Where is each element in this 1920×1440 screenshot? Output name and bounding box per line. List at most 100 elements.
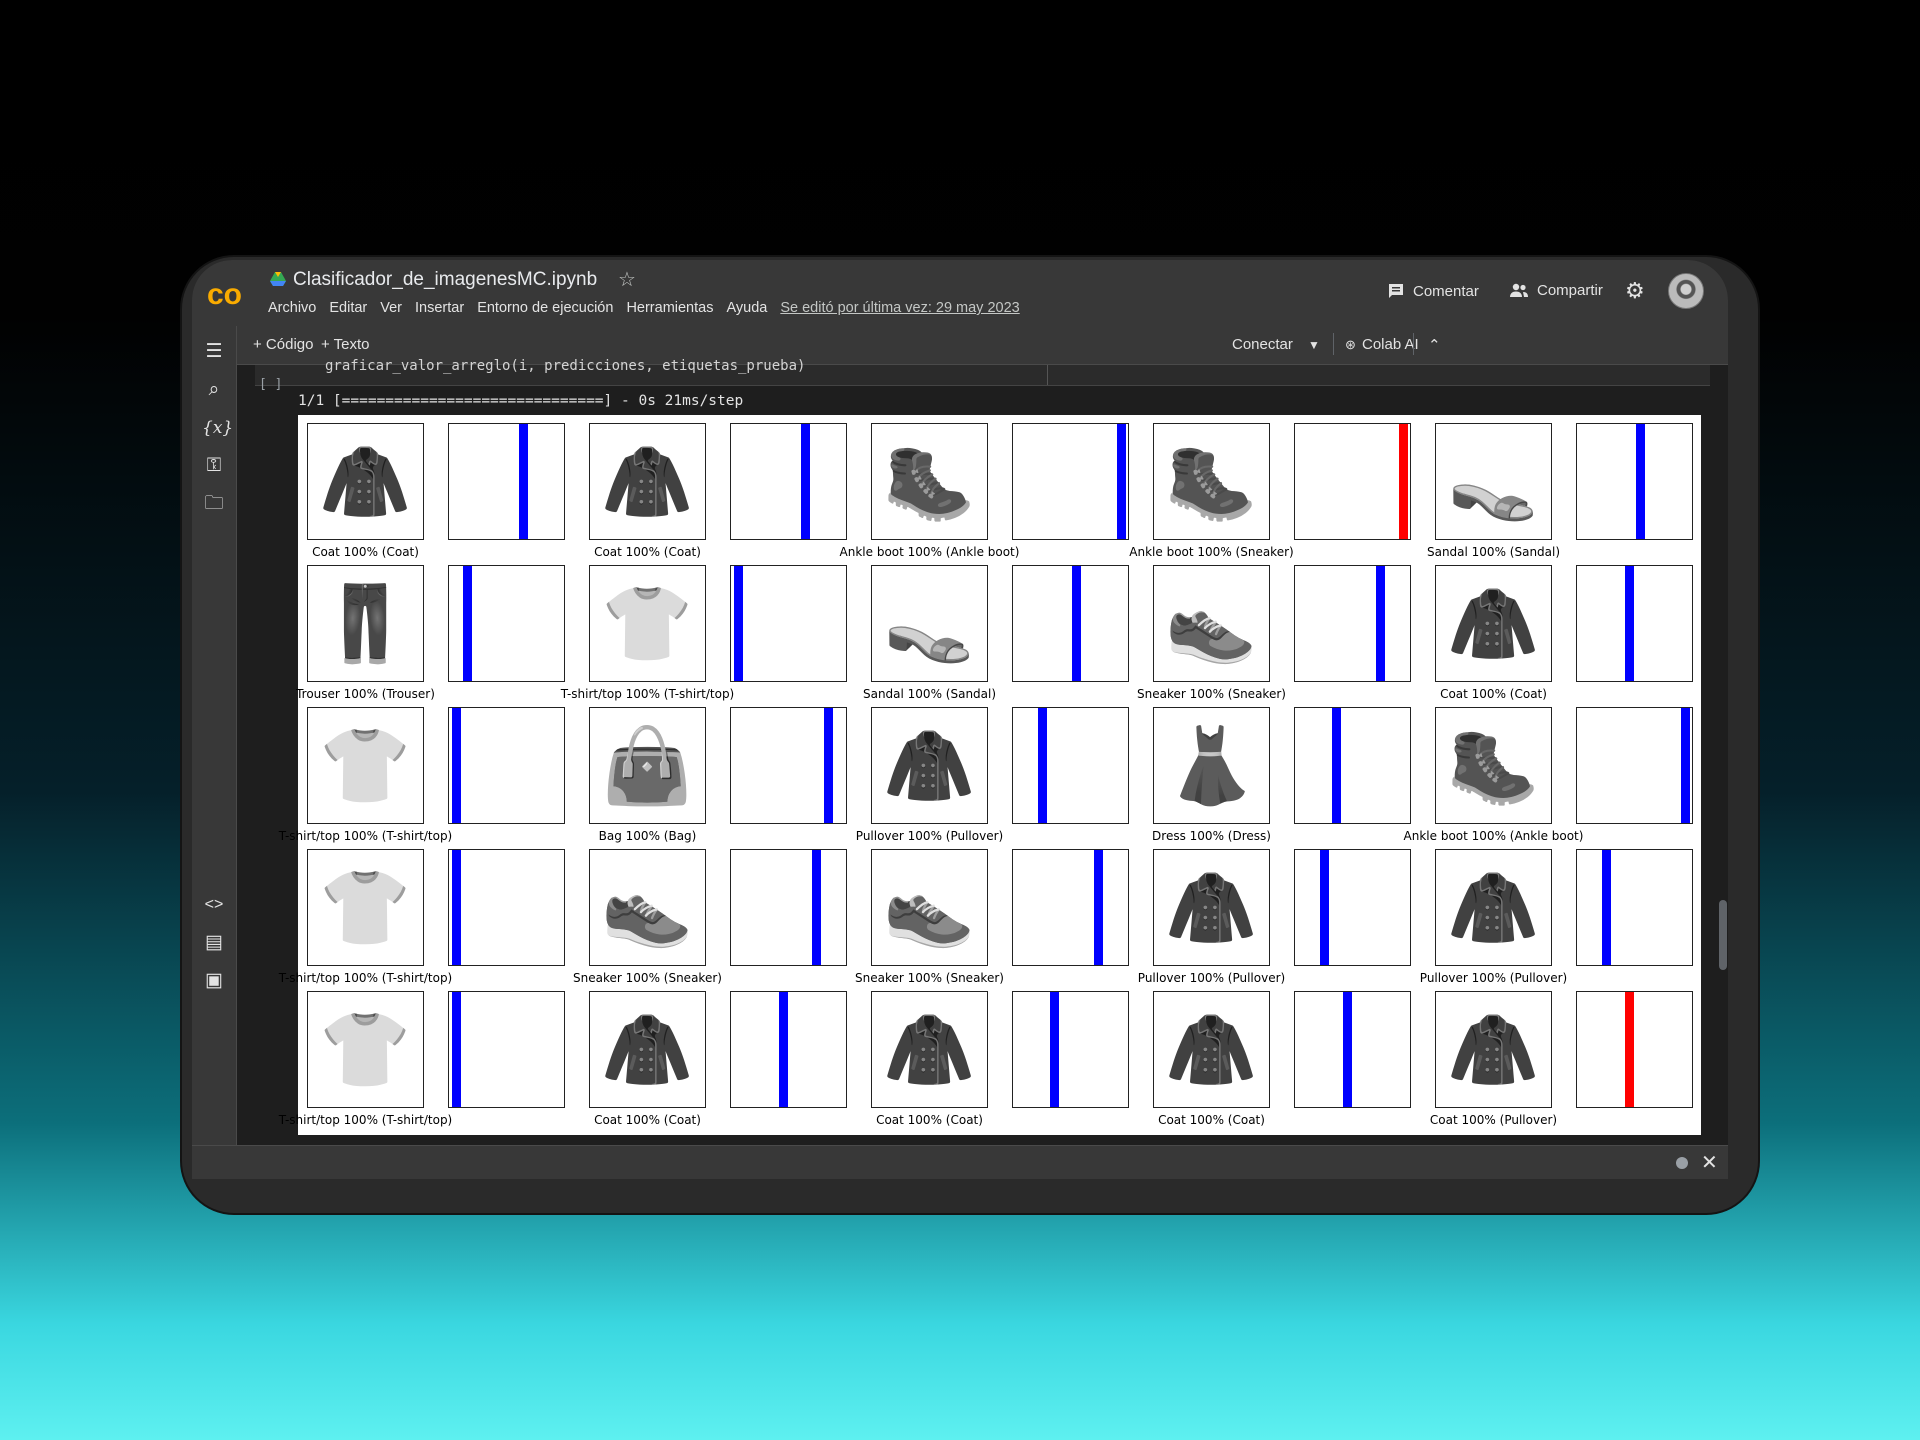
prediction-caption: T-shirt/top 100% (T-shirt/top) bbox=[278, 1113, 453, 1127]
notebook-title[interactable]: Clasificador_de_imagenesMC.ipynb bbox=[293, 269, 597, 291]
add-code-button[interactable]: + Código bbox=[253, 336, 313, 353]
coat-icon: 🧥 bbox=[319, 439, 412, 523]
colab-window: co Clasificador_de_imagenesMC.ipynb ☆ Ar… bbox=[192, 260, 1728, 1179]
run-cell-indicator[interactable]: [ ] bbox=[259, 377, 282, 392]
status-bar: ✕ bbox=[192, 1145, 1728, 1179]
sample-image-sneaker: 👟 bbox=[871, 849, 988, 966]
prediction-bar bbox=[1602, 850, 1612, 965]
prediction-bar bbox=[519, 424, 529, 539]
comment-button[interactable]: Comentar bbox=[1387, 282, 1479, 300]
probability-bar-plot bbox=[730, 849, 847, 966]
people-icon bbox=[1510, 283, 1528, 297]
avatar[interactable] bbox=[1668, 273, 1704, 309]
prediction-caption: Sneaker 100% (Sneaker) bbox=[1137, 687, 1286, 701]
probability-bar-plot bbox=[1576, 849, 1693, 966]
menu-archivo[interactable]: Archivo bbox=[268, 300, 316, 316]
prediction-bar bbox=[734, 566, 743, 681]
colab-ai-icon: ⊛ bbox=[1345, 337, 1356, 352]
folder-icon[interactable]: 🗀 bbox=[202, 492, 226, 516]
chevron-up-icon[interactable]: ⌃ bbox=[1428, 336, 1441, 354]
star-icon[interactable]: ☆ bbox=[618, 267, 636, 292]
coat-icon: 🧥 bbox=[1447, 581, 1540, 665]
prediction-bar bbox=[1624, 566, 1634, 681]
last-edited-link[interactable]: Se editó por última vez: 29 may 2023 bbox=[780, 300, 1019, 316]
scrollbar[interactable] bbox=[1719, 900, 1727, 970]
probability-bar-plot bbox=[1576, 423, 1693, 540]
sandal-icon: 👡 bbox=[1447, 439, 1540, 523]
search-icon[interactable]: ⌕ bbox=[202, 378, 226, 402]
connect-dropdown-icon[interactable]: ▼ bbox=[1308, 338, 1320, 352]
close-icon[interactable]: ✕ bbox=[1701, 1150, 1718, 1175]
add-text-button[interactable]: + Texto bbox=[321, 336, 370, 353]
probability-bar-plot bbox=[1294, 707, 1411, 824]
toc-icon[interactable]: ☰ bbox=[202, 340, 226, 364]
prediction-caption: Coat 100% (Coat) bbox=[594, 545, 701, 559]
probability-bar-plot bbox=[730, 991, 847, 1108]
sneaker-icon: 👟 bbox=[1165, 581, 1258, 665]
menu-bar: Archivo Editar Ver Insertar Entorno de e… bbox=[268, 300, 1033, 316]
sample-image-pullover: 🧥 bbox=[1153, 849, 1270, 966]
probability-bar-plot bbox=[1012, 849, 1129, 966]
svg-text:co: co bbox=[207, 278, 242, 311]
colab-logo-icon[interactable]: co bbox=[206, 271, 252, 317]
prediction-bar bbox=[1072, 566, 1081, 681]
prediction-bar bbox=[1038, 708, 1048, 823]
output-progress: 1/1 [==============================] - 0… bbox=[298, 393, 744, 409]
sample-image-tshirt: 👕 bbox=[307, 849, 424, 966]
sample-image-coat: 🧥 bbox=[307, 423, 424, 540]
toolbar-divider bbox=[1333, 333, 1334, 355]
probability-bar-plot bbox=[730, 565, 847, 682]
command-palette-icon[interactable]: ▤ bbox=[202, 931, 226, 955]
probability-bar-plot bbox=[1294, 991, 1411, 1108]
code-snippets-icon[interactable]: <> bbox=[202, 893, 226, 917]
sample-image-coat: 🧥 bbox=[589, 423, 706, 540]
sample-image-tshirt: 👕 bbox=[307, 991, 424, 1108]
probability-bar-plot bbox=[1012, 565, 1129, 682]
prediction-caption: Ankle boot 100% (Ankle boot) bbox=[839, 545, 1020, 559]
pullover-icon: 🧥 bbox=[1447, 865, 1540, 949]
prediction-caption: Ankle boot 100% (Ankle boot) bbox=[1403, 829, 1584, 843]
prediction-caption: T-shirt/top 100% (T-shirt/top) bbox=[278, 829, 453, 843]
menu-herramientas[interactable]: Herramientas bbox=[626, 300, 713, 316]
menu-ayuda[interactable]: Ayuda bbox=[726, 300, 767, 316]
prediction-figure: 🧥 Coat 100% (Coat) 🧥 Coat 100% (Coat) 🥾 Ankle… bbox=[279, 415, 1701, 1135]
sneaker-icon: 👟 bbox=[601, 865, 694, 949]
connect-button[interactable]: Conectar bbox=[1232, 336, 1293, 353]
bag-icon: 👜 bbox=[601, 723, 694, 807]
notebook-area: graficar_valor_arreglo(i, predicciones, … bbox=[237, 358, 1728, 1145]
code-line: graficar_valor_arreglo(i, predicciones, … bbox=[325, 358, 806, 374]
boot-icon: 🥾 bbox=[1165, 439, 1258, 523]
probability-bar-plot bbox=[448, 707, 565, 824]
prediction-caption: Pullover 100% (Pullover) bbox=[1419, 971, 1568, 985]
prediction-caption: Sneaker 100% (Sneaker) bbox=[855, 971, 1004, 985]
probability-bar-plot bbox=[448, 565, 565, 682]
sample-image-coat: 🧥 bbox=[1435, 991, 1552, 1108]
dress-icon: 👗 bbox=[1165, 723, 1258, 807]
probability-bar-plot bbox=[1294, 423, 1411, 540]
probability-bar-plot bbox=[730, 423, 847, 540]
prediction-bar bbox=[452, 850, 461, 965]
prediction-bar bbox=[1331, 708, 1341, 823]
sample-image-coat: 🧥 bbox=[1435, 565, 1552, 682]
prediction-bar bbox=[452, 992, 461, 1107]
menu-editar[interactable]: Editar bbox=[329, 300, 367, 316]
menu-entorno[interactable]: Entorno de ejecución bbox=[477, 300, 613, 316]
menu-insertar[interactable]: Insertar bbox=[415, 300, 464, 316]
gear-icon[interactable]: ⚙ bbox=[1625, 278, 1645, 304]
key-icon[interactable]: ⚿ bbox=[202, 454, 226, 478]
variables-icon[interactable]: {x} bbox=[202, 416, 233, 440]
terminal-icon[interactable]: ▣ bbox=[202, 969, 226, 993]
colab-ai-button[interactable]: Colab AI bbox=[1362, 336, 1419, 353]
prediction-caption: Dress 100% (Dress) bbox=[1152, 829, 1271, 843]
tshirt-icon: 👕 bbox=[601, 581, 694, 665]
sneaker-icon: 👟 bbox=[883, 865, 976, 949]
probability-bar-plot bbox=[1576, 707, 1693, 824]
probability-bar-plot bbox=[448, 991, 565, 1108]
prediction-bar bbox=[778, 992, 788, 1107]
menu-ver[interactable]: Ver bbox=[380, 300, 402, 316]
probability-bar-plot bbox=[1576, 565, 1693, 682]
sample-image-sneaker: 👟 bbox=[589, 849, 706, 966]
comment-label: Comentar bbox=[1413, 282, 1479, 300]
share-button[interactable]: Compartir bbox=[1509, 282, 1603, 299]
code-cell[interactable]: graficar_valor_arreglo(i, predicciones, … bbox=[255, 358, 1710, 386]
